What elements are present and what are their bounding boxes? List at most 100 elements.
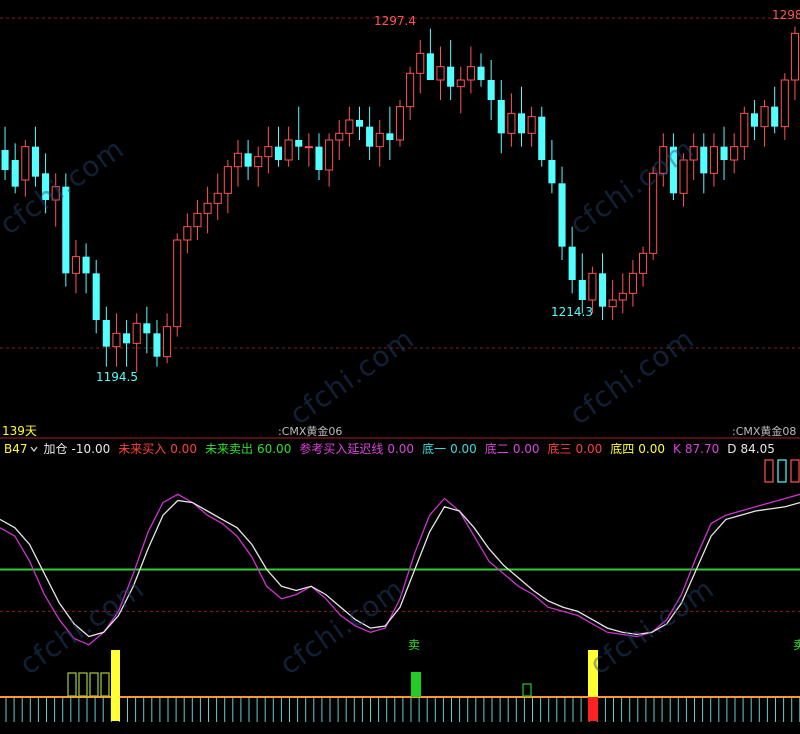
candle-body-up <box>51 186 60 201</box>
candle-body-up <box>375 132 384 148</box>
indicator-item-value: 0.00 <box>512 442 540 456</box>
high-price-label: 1297.4 <box>374 14 416 28</box>
indicator-item-label: 参考买入延迟线 <box>299 442 384 456</box>
candle-body-up <box>304 146 313 149</box>
indicator-item-label: 加仓 <box>43 442 68 456</box>
candle-body-up <box>203 202 212 214</box>
chevron-down-icon[interactable] <box>29 445 38 453</box>
indicator-item-value: 84.05 <box>740 442 775 456</box>
candle-body-up <box>416 52 425 74</box>
candle-body-up <box>760 106 769 128</box>
candle-body-down <box>750 113 758 127</box>
candle-body-down <box>355 120 364 127</box>
candle-body-down <box>477 66 485 80</box>
candle-body-down <box>771 106 779 127</box>
candle-body-down <box>517 113 526 134</box>
candle-body-up <box>689 146 698 161</box>
candle-body-up <box>628 272 637 294</box>
candle-body-up <box>112 332 121 348</box>
candle-body-up <box>254 156 263 168</box>
candle-body-up <box>618 292 627 301</box>
hollow-signal-bar <box>78 672 88 697</box>
candle-body-up <box>264 146 273 158</box>
indicator-item-value: 0.00 <box>450 442 477 456</box>
hollow-signal-bar <box>89 672 99 697</box>
candle-body-down <box>153 333 161 357</box>
legend-box <box>777 459 787 483</box>
d-line <box>0 499 800 638</box>
candle-body-down <box>1 150 9 170</box>
indicator-item-label: 未来买入 <box>118 442 167 456</box>
candle-body-up <box>466 66 475 81</box>
candle-body-down <box>720 146 728 160</box>
candle-body-down <box>244 153 252 167</box>
hollow-signal-bar <box>100 672 110 697</box>
candle-body-down <box>568 246 576 280</box>
candle-body-down <box>598 273 607 307</box>
indicator-item-label: K <box>673 442 681 456</box>
candle-body-down <box>42 173 50 200</box>
indicator-item-value: -10.00 <box>71 442 111 456</box>
candle-body-down <box>578 280 586 300</box>
candle-body-down <box>295 140 303 147</box>
candle-body-down <box>497 100 505 134</box>
indicator-item-label: 底二 <box>484 442 509 456</box>
candle-body-up <box>335 132 344 141</box>
candle-body-up <box>132 322 141 344</box>
indicator-item-label: 底一 <box>422 442 447 456</box>
candle-body-down <box>102 320 110 347</box>
candle-body-up <box>163 326 172 358</box>
candle-body-down <box>315 146 323 170</box>
contract-label-06: :CMX黄金06 <box>278 425 343 438</box>
candle-body-down <box>92 273 100 320</box>
indicator-items: 加仓 -10.00 未来买入 0.00 未来卖出 60.00 参考买入延迟线 0.00 底一 0.… <box>44 442 783 456</box>
candle-body-down <box>366 126 374 147</box>
legend-box <box>790 459 800 483</box>
candle-body-up <box>345 119 354 134</box>
candle-body-up <box>183 226 192 241</box>
candle-body-down <box>274 146 283 160</box>
candle-body-up <box>679 159 688 194</box>
low-price-label: 1194.5 <box>96 370 138 384</box>
candle-body-down <box>31 146 39 177</box>
candle-body-down <box>700 146 708 174</box>
indicator-panel[interactable] <box>0 459 800 722</box>
legend-box <box>764 459 774 483</box>
candle-body-up <box>395 106 405 141</box>
candle-body-up <box>608 299 617 308</box>
candle-body-up <box>173 239 182 328</box>
candle-body-up <box>436 66 445 81</box>
candle-body-up <box>233 152 243 168</box>
buy-signal-bar-lower <box>588 697 598 721</box>
indicator-item-label: 未来卖出 <box>204 442 253 456</box>
candle-body-up <box>649 172 658 254</box>
candle-body-down <box>669 146 677 194</box>
candle-body-down <box>538 116 546 160</box>
buy-signal-bar <box>111 650 120 697</box>
candle-body-up <box>527 116 536 134</box>
candle-body-down <box>123 333 131 344</box>
hollow-sell-bar <box>522 683 532 697</box>
sell-signal-bar <box>411 672 421 697</box>
chart-canvas[interactable] <box>0 0 800 734</box>
candle-body-up <box>456 79 465 88</box>
indicator-item-label: 底四 <box>610 442 635 456</box>
candle-body-down <box>386 133 394 140</box>
candle-body-down <box>487 80 495 100</box>
candle-body-down <box>143 323 151 334</box>
candle-body-down <box>447 66 455 87</box>
high-price-label-right: 1298 <box>772 8 800 22</box>
indicator-name[interactable]: B47 <box>4 442 28 456</box>
candle-body-up <box>507 112 516 134</box>
candle-body-down <box>548 160 556 184</box>
candle-body-up <box>740 112 749 148</box>
candle-body-up <box>638 252 648 274</box>
candle-body-up <box>588 272 597 301</box>
indicator-item-label: D <box>727 442 737 456</box>
candle-body-up <box>223 166 232 194</box>
indicator-item-value: 87.70 <box>684 442 720 456</box>
candle-body-up <box>21 146 30 181</box>
candle-body-down <box>426 53 434 80</box>
candle-body-up <box>284 139 293 161</box>
candle-body-down <box>82 256 90 274</box>
